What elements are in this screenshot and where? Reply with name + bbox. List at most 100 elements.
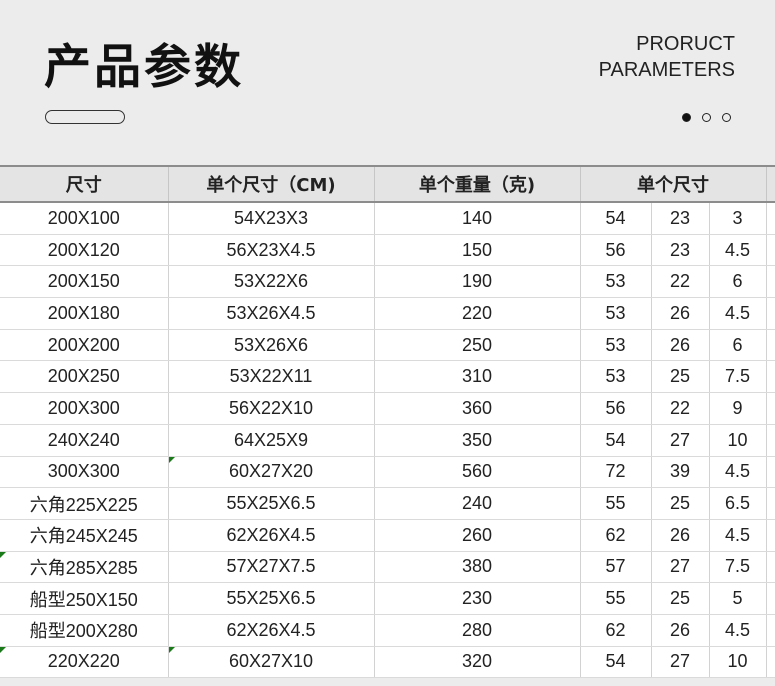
cell-unit-size: 56X23X4.5 (167, 234, 374, 267)
cell-unit-weight: 190 (373, 265, 580, 299)
cell-dim-width: 25 (650, 582, 709, 615)
table-row: 200X100 54X23X3 140 54 23 3 (0, 202, 775, 235)
cell-dim-length: 54 (579, 202, 651, 235)
cell-edge (765, 360, 775, 394)
cell-dim-width: 23 (650, 202, 709, 235)
decorative-pill (45, 110, 125, 124)
pagination-dot[interactable] (722, 113, 731, 122)
cell-unit-weight: 250 (373, 329, 580, 362)
cell-dim-length: 57 (579, 551, 651, 584)
cell-dim-height: 6 (708, 329, 766, 362)
cell-unit-weight: 140 (373, 202, 580, 235)
cell-dim-width: 26 (650, 297, 709, 330)
cell-edge (765, 646, 775, 679)
cell-unit-size: 55X25X6.5 (167, 487, 374, 520)
cell-dim-width: 27 (650, 646, 709, 679)
table-row: 200X200 53X26X6 250 53 26 6 (0, 329, 775, 362)
page-subtitle: PRORUCT PARAMETERS (599, 31, 735, 83)
cell-unit-size: 64X25X9 (167, 424, 374, 457)
cell-dim-height: 6.5 (708, 487, 766, 520)
header-edge (765, 165, 775, 203)
cell-edge (765, 487, 775, 520)
header-unit-size: 单个尺寸（CM) (167, 165, 374, 203)
cell-dim-height: 10 (708, 424, 766, 457)
pagination-dot-active[interactable] (682, 113, 691, 122)
cell-dim-width: 26 (650, 519, 709, 552)
table-row: 200X300 56X22X10 360 56 22 9 (0, 392, 775, 425)
cell-dim-height: 10 (708, 646, 766, 679)
cell-dim-height: 9 (708, 392, 766, 425)
cell-dim-height: 7.5 (708, 360, 766, 394)
subtitle-line-1: PRORUCT (636, 33, 735, 55)
cell-unit-size: 62X26X4.5 (167, 519, 374, 552)
cell-dim-length: 53 (579, 329, 651, 362)
cell-size: 200X300 (0, 392, 168, 425)
cell-dim-length: 53 (579, 297, 651, 330)
cell-edge (765, 297, 775, 330)
cell-size: 220X220 (0, 646, 168, 679)
cell-unit-weight: 360 (373, 392, 580, 425)
table-row: 200X150 53X22X6 190 53 22 6 (0, 265, 775, 299)
cell-unit-size: 56X22X10 (167, 392, 374, 425)
cell-dim-height: 4.5 (708, 456, 766, 489)
table-row: 六角245X245 62X26X4.5 260 62 26 4.5 (0, 519, 775, 552)
header-unit-weight: 单个重量（克) (373, 165, 580, 203)
pagination-dots (682, 113, 731, 122)
cell-dim-length: 62 (579, 614, 651, 647)
cell-dim-height: 5 (708, 582, 766, 615)
cell-size: 200X180 (0, 297, 168, 330)
cell-edge (765, 234, 775, 267)
cell-unit-weight: 320 (373, 646, 580, 679)
product-parameters-table: 尺寸 单个尺寸（CM) 单个重量（克) 单个尺寸 200X100 54X23X3 1… (0, 165, 775, 679)
header-unit-dimensions: 单个尺寸 (579, 165, 766, 203)
cell-unit-size: 60X27X10 (167, 646, 374, 679)
cell-dim-width: 25 (650, 360, 709, 394)
cell-edge (765, 329, 775, 362)
table-row: 200X120 56X23X4.5 150 56 23 4.5 (0, 234, 775, 267)
cell-edge (765, 392, 775, 425)
table-row: 200X250 53X22X11 310 53 25 7.5 (0, 360, 775, 394)
cell-dim-length: 62 (579, 519, 651, 552)
pagination-dot[interactable] (702, 113, 711, 122)
cell-dim-length: 56 (579, 234, 651, 267)
cell-edge (765, 202, 775, 235)
cell-dim-length: 53 (579, 360, 651, 394)
cell-size: 六角245X245 (0, 519, 168, 552)
subtitle-line-2: PARAMETERS (598, 59, 735, 81)
cell-unit-size: 53X26X4.5 (167, 297, 374, 330)
cell-dim-width: 23 (650, 234, 709, 267)
cell-unit-weight: 280 (373, 614, 580, 647)
cell-unit-weight: 380 (373, 551, 580, 584)
cell-dim-height: 7.5 (708, 551, 766, 584)
table-row: 船型200X280 62X26X4.5 280 62 26 4.5 (0, 614, 775, 647)
table-row: 220X220 60X27X10 320 54 27 10 (0, 646, 775, 679)
cell-edge (765, 582, 775, 615)
cell-unit-weight: 240 (373, 487, 580, 520)
page-title: 产品参数 (44, 40, 244, 95)
cell-unit-size: 57X27X7.5 (167, 551, 374, 584)
cell-unit-weight: 560 (373, 456, 580, 489)
table-row: 200X180 53X26X4.5 220 53 26 4.5 (0, 297, 775, 330)
table-row: 240X240 64X25X9 350 54 27 10 (0, 424, 775, 457)
cell-size: 200X120 (0, 234, 168, 267)
cell-dim-length: 54 (579, 424, 651, 457)
cell-unit-weight: 230 (373, 582, 580, 615)
cell-unit-weight: 310 (373, 360, 580, 394)
cell-edge (765, 265, 775, 299)
cell-unit-size: 53X22X6 (167, 265, 374, 299)
cell-unit-size: 55X25X6.5 (167, 582, 374, 615)
cell-dim-height: 6 (708, 265, 766, 299)
cell-size: 六角225X225 (0, 487, 168, 520)
cell-dim-width: 27 (650, 551, 709, 584)
cell-dim-width: 26 (650, 329, 709, 362)
cell-edge (765, 614, 775, 647)
table-row: 六角225X225 55X25X6.5 240 55 25 6.5 (0, 487, 775, 520)
cell-edge (765, 456, 775, 489)
cell-unit-size: 53X26X6 (167, 329, 374, 362)
cell-dim-height: 4.5 (708, 297, 766, 330)
cell-dim-width: 26 (650, 614, 709, 647)
header-size: 尺寸 (0, 165, 168, 203)
cell-dim-width: 25 (650, 487, 709, 520)
cell-dim-width: 22 (650, 265, 709, 299)
cell-dim-width: 39 (650, 456, 709, 489)
